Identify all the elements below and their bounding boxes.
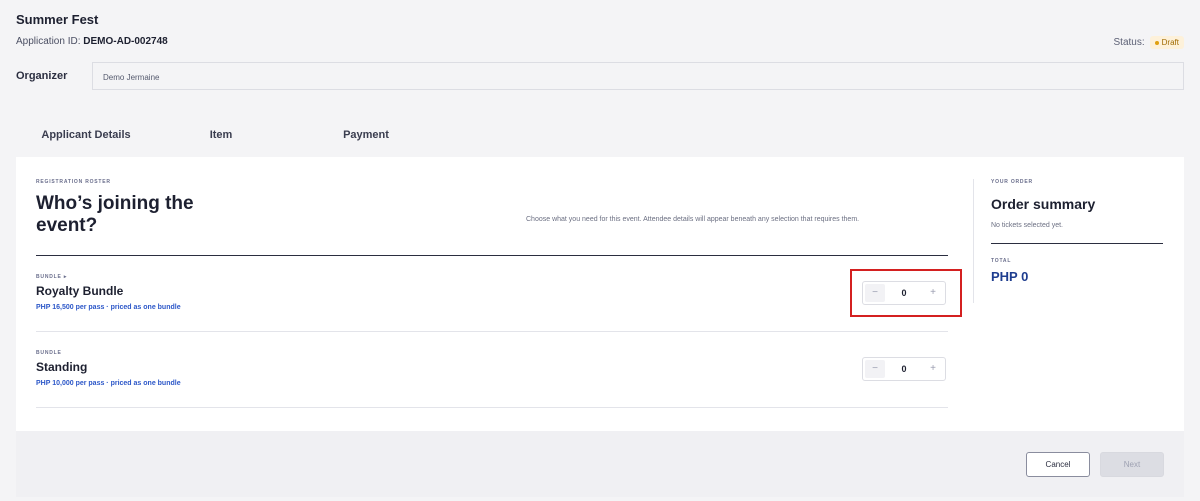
tab-item[interactable]: Item (156, 120, 286, 164)
tab-applicant-details[interactable]: Applicant Details (16, 120, 156, 158)
item-kicker: BUNDLE ▸ (36, 274, 68, 280)
list-item-royalty-bundle: BUNDLE ▸ Royalty Bundle PHP 16,500 per p… (36, 256, 962, 332)
roster-kicker: REGISTRATION ROSTER (36, 179, 111, 185)
total-value: PHP 0 (991, 269, 1029, 284)
order-summary-column: YOUR ORDER Order summary No tickets sele… (991, 179, 1163, 284)
quantity-stepper: − 0 + (862, 357, 946, 381)
next-button[interactable]: Next (1100, 452, 1164, 477)
cancel-button[interactable]: Cancel (1026, 452, 1090, 477)
list-item-standing: BUNDLE Standing PHP 10,000 per pass · pr… (36, 332, 948, 408)
highlight-box (850, 269, 962, 317)
item-name: Standing (36, 360, 88, 374)
footer-bar: Cancel Next (16, 431, 1184, 497)
roster-description: Choose what you need for this event. Att… (526, 216, 860, 223)
increment-button[interactable]: + (923, 360, 943, 378)
order-empty-text: No tickets selected yet. (991, 222, 1063, 229)
application-id-label: Application ID: (16, 36, 81, 47)
organizer-field[interactable]: Demo Jermaine (92, 62, 1184, 90)
decrement-button[interactable]: − (865, 360, 885, 378)
item-price: PHP 10,000 per pass · priced as one bund… (36, 380, 181, 387)
status-badge: Draft (1149, 36, 1184, 49)
roster-column: REGISTRATION ROSTER Who’s joining the ev… (36, 179, 962, 408)
tab-payment[interactable]: Payment (286, 120, 446, 158)
quantity-value[interactable]: 0 (887, 364, 921, 374)
application-id-row: Application ID: DEMO-AD-002748 (16, 36, 168, 47)
status-dot-icon (1154, 40, 1159, 45)
status-badge-text: Draft (1161, 38, 1179, 47)
sidebar-divider (973, 179, 974, 303)
organizer-label: Organizer (16, 70, 68, 82)
order-divider (991, 243, 1163, 244)
app-title: Summer Fest (16, 12, 99, 27)
order-kicker: YOUR ORDER (991, 179, 1033, 185)
status-row: Status: Draft (1114, 36, 1184, 49)
item-name: Royalty Bundle (36, 284, 124, 298)
application-id-value: DEMO-AD-002748 (83, 36, 168, 47)
item-price: PHP 16,500 per pass · priced as one bund… (36, 304, 181, 311)
item-panel: REGISTRATION ROSTER Who’s joining the ev… (16, 157, 1184, 431)
item-kicker: BUNDLE (36, 350, 62, 356)
tab-bar: Applicant Details Item Payment (16, 120, 446, 164)
total-label: TOTAL (991, 258, 1012, 264)
order-summary-title: Order summary (991, 196, 1096, 212)
status-label: Status: (1113, 37, 1145, 48)
roster-title: Who’s joining the event? (36, 193, 194, 236)
